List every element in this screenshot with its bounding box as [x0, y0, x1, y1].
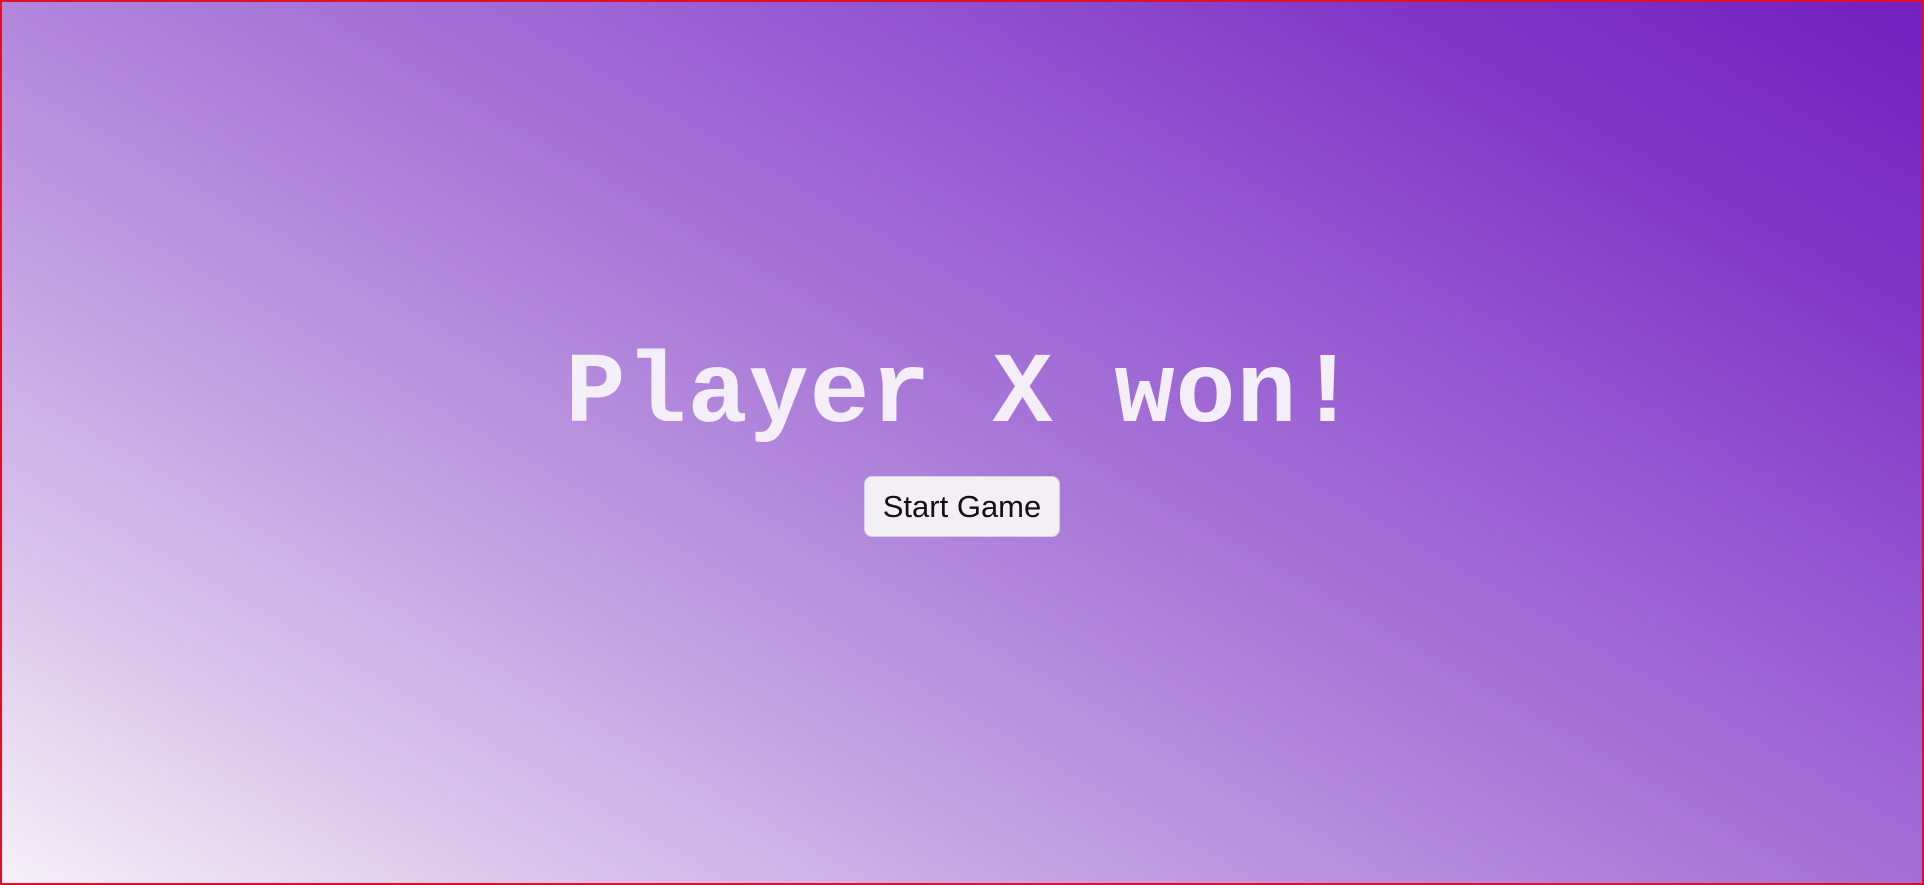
winner-message: Player X won!	[565, 339, 1359, 452]
game-screen: Player X won! Start Game	[2, 2, 1922, 883]
start-game-button[interactable]: Start Game	[864, 476, 1060, 537]
